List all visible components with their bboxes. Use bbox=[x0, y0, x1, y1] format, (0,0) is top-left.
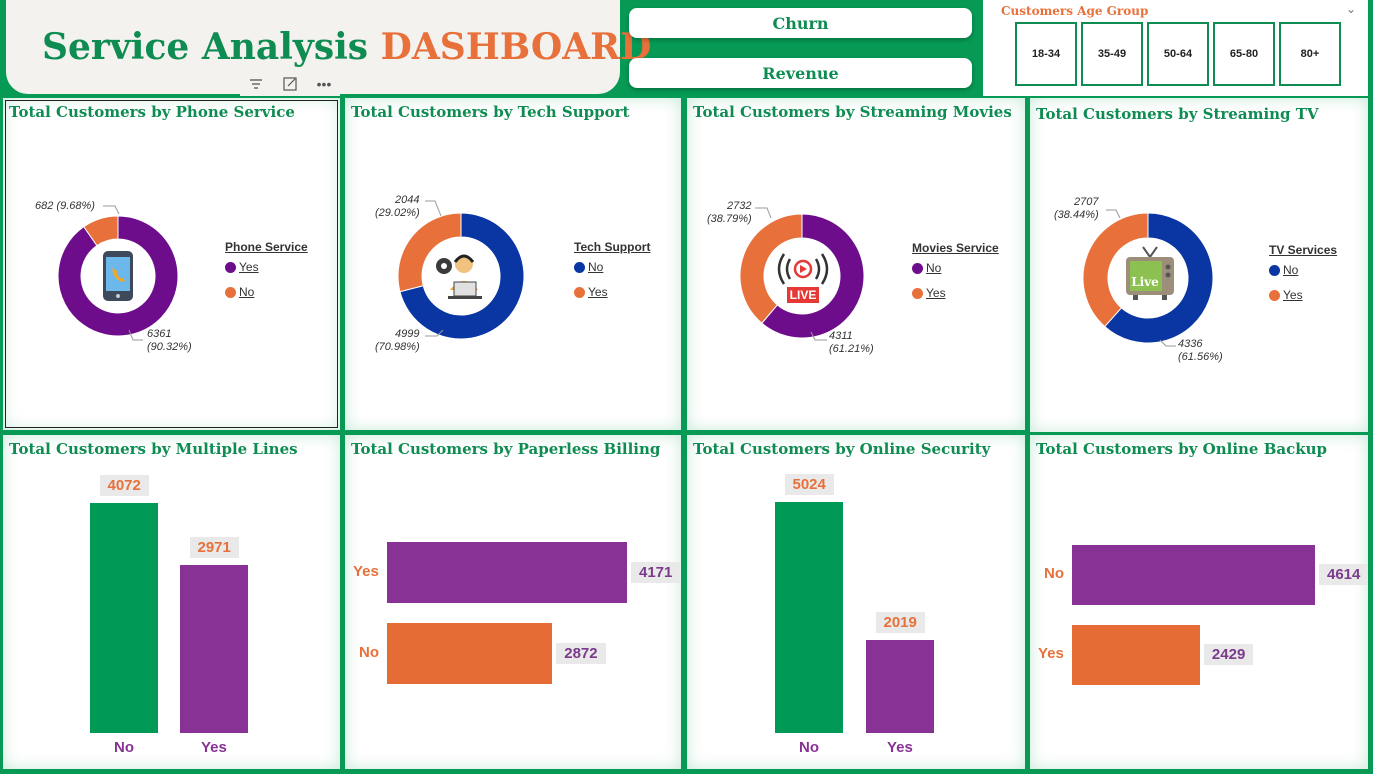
legend-label: Yes bbox=[588, 285, 608, 299]
data-label-no: 2872 bbox=[556, 642, 606, 664]
more-options-icon[interactable]: ••• bbox=[312, 73, 336, 95]
legend-item-no[interactable]: No bbox=[912, 261, 999, 275]
title-accent: DASHBOARD bbox=[380, 26, 652, 68]
slicer-title: Customers Age Group bbox=[1001, 4, 1149, 18]
category-label-yes: Yes bbox=[201, 739, 227, 756]
legend-swatch bbox=[1269, 264, 1280, 276]
data-label-no: 5024 bbox=[784, 474, 834, 495]
category-label-no: No bbox=[799, 739, 819, 756]
bar-no[interactable] bbox=[775, 502, 843, 733]
legend-item-yes[interactable]: Yes bbox=[574, 285, 650, 299]
online-backup-bar-chart: 4614 No 2429 Yes bbox=[1030, 435, 1369, 769]
data-label-yes: 4171 bbox=[631, 561, 681, 583]
data-label-no: 4072 bbox=[99, 475, 149, 496]
chart-legend: Phone Service Yes No bbox=[225, 240, 308, 310]
legend-item-no[interactable]: No bbox=[225, 285, 308, 299]
visual-toolbar: ••• bbox=[240, 72, 340, 96]
slicer-item-80-plus[interactable]: 80+ bbox=[1279, 22, 1341, 86]
legend-swatch bbox=[912, 287, 923, 299]
legend-item-no[interactable]: No bbox=[574, 260, 650, 274]
category-label-no: No bbox=[1044, 565, 1064, 582]
legend-title: TV Services bbox=[1269, 243, 1338, 257]
filter-icon[interactable] bbox=[244, 73, 268, 95]
legend-swatch bbox=[225, 286, 236, 298]
revenue-button[interactable]: Revenue bbox=[629, 58, 972, 88]
legend-swatch bbox=[225, 261, 236, 273]
chevron-down-icon[interactable]: ⌄ bbox=[1346, 2, 1356, 16]
online-security-panel[interactable]: Total Customers by Online Security 5024 N… bbox=[687, 435, 1025, 769]
focus-mode-icon[interactable] bbox=[278, 73, 302, 95]
data-label-yes: 2971 bbox=[189, 537, 239, 559]
bar-yes[interactable] bbox=[866, 640, 934, 733]
data-label-yes: 2019 bbox=[875, 612, 925, 634]
category-label-no: No bbox=[114, 739, 134, 756]
data-label-yes: 2429 bbox=[1203, 644, 1254, 665]
legend-swatch bbox=[574, 261, 585, 273]
category-label-yes: Yes bbox=[353, 562, 379, 580]
multiple-lines-bar-chart: 4072 No 2971 Yes bbox=[3, 435, 340, 769]
data-label-no: 4614 bbox=[1319, 564, 1369, 585]
legend-swatch bbox=[574, 286, 585, 298]
bar-yes[interactable] bbox=[180, 565, 248, 733]
category-label-no: No bbox=[359, 643, 379, 661]
chart-legend: Tech Support No Yes bbox=[574, 240, 650, 310]
legend-title: Phone Service bbox=[225, 240, 308, 254]
bar-no[interactable] bbox=[387, 623, 553, 684]
title-primary: Service Analysis bbox=[42, 26, 369, 68]
streaming-tv-panel[interactable]: Total Customers by Streaming TV Live 270… bbox=[1030, 98, 1368, 432]
legend-item-yes[interactable]: Yes bbox=[225, 260, 308, 274]
legend-label: Yes bbox=[239, 260, 259, 274]
legend-label: No bbox=[926, 261, 942, 275]
slicer-item-35-49[interactable]: 35-49 bbox=[1081, 22, 1143, 86]
legend-item-yes[interactable]: Yes bbox=[912, 286, 999, 300]
slicer-item-50-64[interactable]: 50-64 bbox=[1147, 22, 1209, 86]
legend-label: Yes bbox=[926, 286, 946, 300]
chart-legend: TV Services No Yes bbox=[1269, 243, 1337, 313]
legend-label: No bbox=[1283, 263, 1299, 277]
multiple-lines-panel[interactable]: Total Customers by Multiple Lines 4072 No… bbox=[3, 435, 340, 769]
legend-label: No bbox=[239, 285, 255, 299]
online-backup-panel[interactable]: Total Customers by Online Backup 4614 No 2… bbox=[1030, 435, 1369, 769]
legend-title: Movies Service bbox=[912, 241, 999, 255]
online-security-bar-chart: 5024 No 2019 Yes bbox=[687, 435, 1025, 769]
legend-item-yes[interactable]: Yes bbox=[1269, 288, 1337, 302]
bar-no[interactable] bbox=[90, 503, 158, 733]
legend-label: No bbox=[588, 260, 604, 274]
category-label-yes: Yes bbox=[887, 739, 913, 756]
slicer-item-65-80[interactable]: 65-80 bbox=[1213, 22, 1275, 86]
legend-label: Yes bbox=[1283, 288, 1303, 302]
bar-yes[interactable] bbox=[1072, 625, 1200, 685]
bar-yes[interactable] bbox=[387, 542, 627, 603]
legend-swatch bbox=[912, 262, 923, 274]
churn-button[interactable]: Churn bbox=[629, 8, 972, 38]
slicer-item-18-34[interactable]: 18-34 bbox=[1015, 22, 1077, 86]
legend-item-no[interactable]: No bbox=[1269, 263, 1337, 277]
paperless-billing-panel[interactable]: Total Customers by Paperless Billing 417… bbox=[345, 435, 681, 769]
page-title: Service Analysis DASHBOARD bbox=[42, 26, 651, 68]
bar-no[interactable] bbox=[1072, 545, 1315, 605]
legend-title: Tech Support bbox=[574, 240, 651, 254]
legend-swatch bbox=[1269, 289, 1280, 301]
tech-support-panel[interactable]: Total Customers by Tech Support 2044 (29… bbox=[345, 98, 681, 430]
streaming-movies-panel[interactable]: Total Customers by Streaming Movies LIVE… bbox=[687, 98, 1025, 430]
phone-service-panel[interactable]: Total Customers by Phone Service 682 (9.… bbox=[3, 98, 340, 430]
chart-legend: Movies Service No Yes bbox=[912, 241, 999, 311]
age-group-slicer: Customers Age Group ⌄ 18-34 35-49 50-64 … bbox=[983, 0, 1368, 96]
category-label-yes: Yes bbox=[1038, 645, 1064, 662]
paperless-billing-bar-chart: 4171 Yes 2872 No bbox=[345, 435, 681, 769]
